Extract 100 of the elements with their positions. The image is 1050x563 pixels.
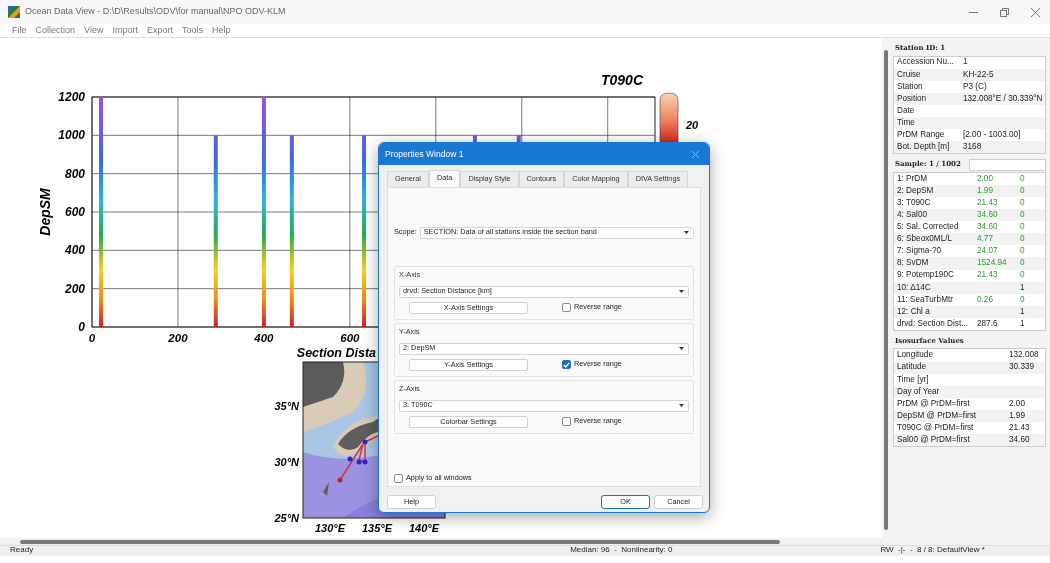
field-label: Date — [897, 104, 916, 117]
field-value: KH-22-5 — [963, 68, 994, 81]
checkbox[interactable] — [562, 360, 571, 370]
checkbox[interactable] — [562, 303, 571, 313]
flag-value: 0 — [1020, 184, 1025, 197]
latitude-label: 30°N — [274, 456, 299, 468]
tick-label: 600 — [340, 332, 360, 344]
menu-item[interactable]: Export — [146, 23, 173, 38]
field-value: 34.60 — [977, 209, 998, 219]
horizontal-scrollbar[interactable] — [20, 539, 780, 544]
flag-value: 0 — [1020, 172, 1025, 185]
tick-label: 1000 — [58, 128, 85, 143]
flag-value: 1 — [1020, 281, 1025, 294]
field-label: 3: T090C — [897, 196, 932, 209]
tick-label: 0 — [78, 320, 85, 334]
vertical-scrollbar[interactable] — [884, 50, 888, 530]
menu-item[interactable]: File — [12, 23, 27, 38]
dialog-title: Properties Window 1 — [385, 147, 464, 161]
field-label: 6: Sbeox0ML/L — [897, 233, 954, 246]
restore-icon[interactable] — [1000, 7, 1009, 17]
field-label: PrDM @ PrDM=first — [897, 397, 971, 410]
status-text: Median: 96 - Nonlinearity: 0 — [570, 544, 673, 556]
tick-label: 200 — [64, 281, 85, 296]
tick-label: 400 — [254, 332, 274, 344]
flag-value: 0 — [1020, 257, 1025, 270]
close-icon[interactable] — [692, 150, 699, 158]
flag-value: 0 — [1020, 269, 1025, 282]
longitude-label: 130°E — [314, 522, 346, 534]
menu-item[interactable]: Tools — [181, 23, 203, 38]
field-label: Longitude — [897, 349, 934, 362]
flag-value: 1 — [1020, 305, 1025, 318]
flag-value: 0 — [1020, 208, 1025, 221]
field-value: 34.60 — [977, 222, 998, 232]
field-value: 30.339 — [1009, 361, 1035, 374]
flag-value: 0 — [1020, 233, 1025, 246]
colorbar-title: T090C — [600, 72, 643, 88]
flag-value: 0 — [1020, 245, 1025, 258]
field-label: 1: PrDM — [897, 172, 929, 185]
field-value: 132.008 — [1009, 349, 1039, 362]
longitude-label: 140°E — [408, 522, 440, 534]
field-label: 5: Sal. Corrected — [897, 221, 960, 234]
flag-value: 1 — [1020, 317, 1025, 330]
field-value: 3168 — [963, 141, 982, 154]
field-label: 8: SvDM — [897, 257, 930, 270]
latitude-label: 35°N — [274, 400, 299, 412]
caret-icon — [679, 290, 684, 294]
caret-icon — [679, 404, 684, 408]
field-label: 2: DepSM — [897, 184, 935, 197]
axis-title: DepSM — [37, 188, 53, 236]
field-value: P3 (C) — [963, 80, 987, 93]
menu-item[interactable]: Collection — [35, 23, 76, 38]
tick-label: 600 — [64, 205, 85, 219]
field-label: 10: Δ14C — [897, 281, 932, 294]
field-label: Cruise — [897, 68, 922, 81]
field-value: 1524.94 — [977, 258, 1007, 268]
status-text: RW -|- - 8 / 8: DefaultView * — [880, 544, 985, 556]
field-label: T090C @ PrDM=first — [897, 421, 975, 434]
field-label: 7: Sigma-?0 — [897, 245, 943, 258]
field-label: Day of Year — [897, 385, 941, 398]
tick-label: 200 — [168, 332, 188, 344]
checkbox[interactable] — [562, 417, 571, 427]
field-value: 21.43 — [977, 197, 998, 207]
field-label: 9: Potemp190C — [897, 269, 955, 282]
field-value: 287.6 — [977, 318, 998, 328]
field-value: 1 — [963, 56, 968, 69]
app-icon — [8, 6, 20, 18]
menu-item[interactable]: Help — [211, 23, 231, 38]
field-value: 2.00 — [1009, 397, 1025, 410]
flag-value: 0 — [1020, 221, 1025, 234]
field-value: 1.99 — [977, 185, 993, 195]
tick-label: 0 — [88, 332, 96, 344]
field-value: 21.43 — [1009, 421, 1030, 434]
close-icon[interactable] — [1031, 7, 1040, 17]
field-label: Bot. Depth [m] — [897, 141, 951, 154]
field-value: 2.00 — [977, 173, 993, 183]
sample-field[interactable] — [968, 158, 1046, 171]
flag-value: 0 — [1020, 293, 1025, 306]
field-value: 34.60 — [1009, 434, 1030, 447]
field-value: 132.008°E / 30.339°N — [963, 92, 1043, 105]
field-value: [2.00 - 1003.00] — [963, 128, 1021, 141]
field-value: 4.77 — [977, 234, 993, 244]
field-label: Latitude — [897, 361, 928, 374]
field-value: 24.07 — [977, 246, 998, 256]
menu-item[interactable]: Import — [112, 23, 138, 38]
latitude-label: 25°N — [274, 512, 299, 524]
axis-title: Section Dista — [296, 346, 376, 360]
caret-icon — [679, 347, 684, 351]
menu-item[interactable]: View — [84, 23, 104, 38]
colorbar — [659, 92, 679, 143]
tick-label: 800 — [64, 166, 85, 181]
field-label: Time — [897, 116, 916, 129]
field-label: 11: SeaTurbMtr — [897, 293, 954, 306]
checkbox[interactable] — [394, 473, 403, 483]
longitude-label: 135°E — [361, 522, 393, 534]
flag-value: 0 — [1020, 196, 1025, 209]
field-label: 4: Sal00 — [897, 208, 929, 221]
field-label: drvd: Section Dist... — [897, 317, 969, 330]
tick-label: 1200 — [58, 90, 85, 104]
field-label: Accession Nu... — [897, 56, 955, 69]
colorbar-label: 20 — [686, 119, 699, 131]
